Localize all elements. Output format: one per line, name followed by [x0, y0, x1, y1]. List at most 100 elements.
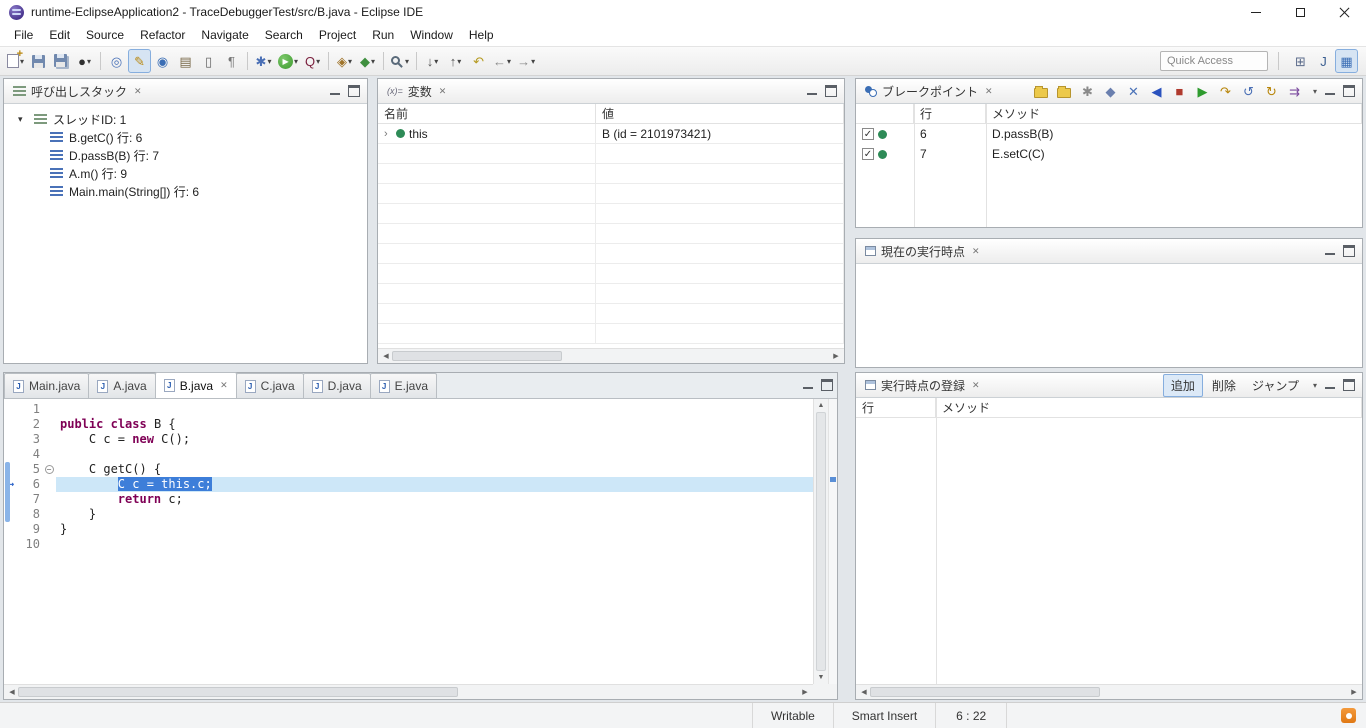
console-button[interactable]: ▯	[197, 49, 220, 73]
scroll-right-icon[interactable]: ▶	[1348, 685, 1360, 699]
line-number[interactable]: 8	[18, 507, 42, 522]
maximize-view-button[interactable]	[1343, 245, 1355, 257]
prev-annotation-button[interactable]: ↑▾	[444, 49, 467, 73]
breakpoint-row[interactable]: ✓6D.passB(B)	[856, 124, 1362, 144]
new-class-button[interactable]: ◆▾	[356, 49, 379, 73]
remove-breakpoint-button[interactable]: ✕	[1122, 79, 1145, 103]
menu-window[interactable]: Window	[402, 25, 461, 45]
menu-file[interactable]: File	[6, 25, 41, 45]
column-header[interactable]: 値	[596, 104, 844, 123]
close-view-icon[interactable]: ✕	[439, 86, 447, 97]
code-text[interactable]: }	[56, 507, 813, 522]
variables-horizontal-scrollbar[interactable]: ◀ ▶	[378, 348, 844, 363]
back-button[interactable]: ←▾	[490, 49, 514, 73]
browser-button[interactable]: ◉	[151, 49, 174, 73]
code-text[interactable]	[56, 537, 813, 552]
column-header[interactable]: 行	[856, 398, 936, 417]
step-back-button[interactable]: ◀	[1145, 79, 1168, 103]
line-number[interactable]: 7	[18, 492, 42, 507]
editor-horizontal-scrollbar[interactable]: ◀ ▶	[4, 684, 813, 699]
stack-frame[interactable]: Main.main(String[]) 行: 6	[4, 182, 367, 200]
scrollbar-thumb[interactable]	[870, 687, 1100, 697]
open-trace-button[interactable]	[1030, 79, 1053, 103]
call-stack-tab[interactable]: 呼び出しスタック ✕	[8, 79, 147, 103]
menu-help[interactable]: Help	[461, 25, 502, 45]
maximize-view-button[interactable]	[348, 85, 360, 97]
java-perspective-button[interactable]: J	[1312, 49, 1335, 73]
minimize-window-button[interactable]	[1234, 0, 1278, 24]
save-button[interactable]	[27, 49, 50, 73]
execution-registry-tab[interactable]: 実行時点の登録 ✕	[860, 373, 985, 397]
variables-tab[interactable]: (x)= 変数 ✕	[382, 79, 451, 103]
debug-button[interactable]: ✱▾	[252, 49, 275, 73]
scroll-left-icon[interactable]: ◀	[858, 685, 870, 699]
maximize-editor-button[interactable]	[821, 379, 833, 391]
stack-frame[interactable]: A.m() 行: 9	[4, 164, 367, 182]
maximize-view-button[interactable]	[1343, 85, 1355, 97]
view-menu-icon[interactable]: ▾	[1313, 87, 1317, 96]
line-number[interactable]: 5	[18, 462, 42, 477]
quick-access-input[interactable]: Quick Access	[1160, 51, 1268, 71]
close-view-icon[interactable]: ✕	[972, 246, 980, 257]
maximize-view-button[interactable]	[1343, 379, 1355, 391]
new-button[interactable]: ▾	[4, 49, 27, 73]
insert-mode-status[interactable]: Smart Insert	[833, 703, 935, 728]
line-number[interactable]: 9	[18, 522, 42, 537]
line-number[interactable]: 1	[18, 402, 42, 417]
line-number[interactable]: 4	[18, 447, 42, 462]
scrollbar-thumb[interactable]	[816, 412, 826, 671]
scroll-up-icon[interactable]: ▲	[814, 399, 828, 412]
next-annotation-button[interactable]: ↓▾	[421, 49, 444, 73]
close-tab-icon[interactable]: ✕	[220, 380, 228, 391]
column-header[interactable]: 名前	[378, 104, 596, 123]
minimize-editor-button[interactable]	[802, 379, 814, 391]
stack-frame[interactable]: B.getC() 行: 6	[4, 128, 367, 146]
registry-add-button[interactable]: 追加	[1163, 374, 1203, 397]
scroll-down-icon[interactable]: ▼	[814, 671, 828, 684]
column-header[interactable]: メソッド	[986, 104, 1362, 123]
line-number[interactable]: 6	[18, 477, 42, 492]
view-menu-icon[interactable]: ▾	[1313, 381, 1317, 390]
registry-horizontal-scrollbar[interactable]: ◀ ▶	[856, 684, 1362, 699]
code-text[interactable]: C c = this.c;	[56, 477, 813, 492]
close-window-button[interactable]	[1322, 0, 1366, 24]
filter-button[interactable]: ◆	[1099, 79, 1122, 103]
menu-source[interactable]: Source	[78, 25, 132, 45]
code-text[interactable]	[56, 402, 813, 417]
search-button[interactable]: ▾	[388, 49, 412, 73]
minimize-view-button[interactable]	[1324, 379, 1336, 391]
step-over-button[interactable]: ↷	[1214, 79, 1237, 103]
editor-tab-e-java[interactable]: JE.java	[370, 373, 437, 398]
jump-button[interactable]: ⇉	[1283, 79, 1306, 103]
menu-refactor[interactable]: Refactor	[132, 25, 193, 45]
variable-row[interactable]: ›thisB (id = 2101973421)	[378, 124, 844, 144]
maximize-window-button[interactable]	[1278, 0, 1322, 24]
expander-icon[interactable]: ▾	[18, 114, 28, 125]
breakpoint-checkbox[interactable]: ✓	[862, 128, 874, 140]
close-view-icon[interactable]: ✕	[985, 86, 993, 97]
registry-delete-button[interactable]: 削除	[1205, 375, 1243, 396]
editor-tab-a-java[interactable]: JA.java	[88, 373, 155, 398]
menu-run[interactable]: Run	[364, 25, 402, 45]
step-return-button[interactable]: ↺	[1237, 79, 1260, 103]
breakpoints-tab[interactable]: ブレークポイント ✕	[860, 79, 998, 103]
run-button[interactable]: ▶▾	[275, 49, 301, 73]
code-text[interactable]: }	[56, 522, 813, 537]
forward-button[interactable]: →▾	[514, 49, 538, 73]
menu-search[interactable]: Search	[257, 25, 311, 45]
debug-perspective-button[interactable]: ▦	[1335, 49, 1358, 73]
editor-vertical-scrollbar[interactable]: ▲ ▼	[813, 399, 828, 684]
menu-edit[interactable]: Edit	[41, 25, 78, 45]
coverage-button[interactable]: Q▾	[301, 49, 324, 73]
open-perspective-button[interactable]: ⊞	[1289, 49, 1312, 73]
breakpoint-row[interactable]: ✓7E.setC(C)	[856, 144, 1362, 164]
replay-button[interactable]: ↻	[1260, 79, 1283, 103]
menu-project[interactable]: Project	[311, 25, 364, 45]
current-execution-tab[interactable]: 現在の実行時点 ✕	[860, 239, 985, 263]
editor-tab-c-java[interactable]: JC.java	[236, 373, 304, 398]
menu-navigate[interactable]: Navigate	[193, 25, 256, 45]
scrollbar-thumb[interactable]	[392, 351, 562, 361]
column-header[interactable]: 行	[914, 104, 986, 123]
editor-tab-d-java[interactable]: JD.java	[303, 373, 371, 398]
open-resource-button[interactable]: ▤	[174, 49, 197, 73]
